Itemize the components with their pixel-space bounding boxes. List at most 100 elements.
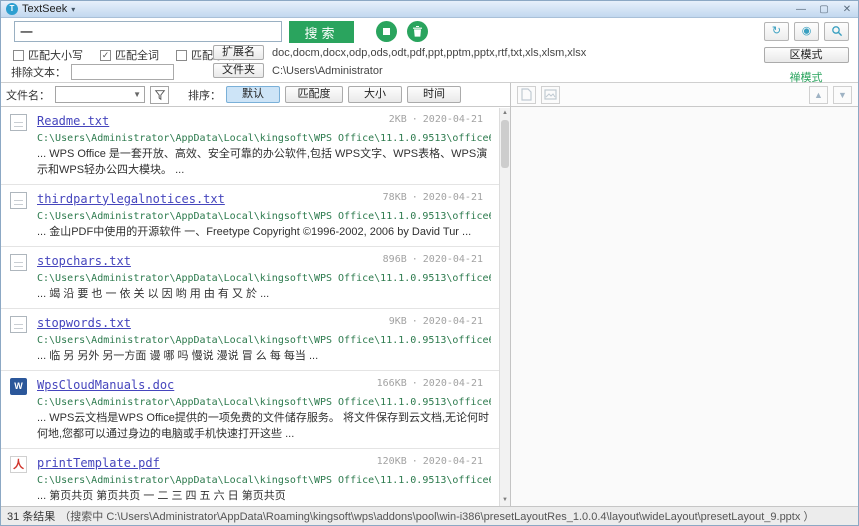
index-status-button[interactable]: ◉	[794, 22, 819, 41]
image-icon	[544, 89, 557, 100]
scroll-down-icon[interactable]: ▼	[500, 495, 510, 506]
result-date: 2020-04-21	[423, 254, 483, 265]
result-item: stopwords.txt 9KB·2020-04-21 C:\Users\Ad…	[1, 309, 499, 371]
up-arrow-icon: ▲	[814, 90, 823, 100]
text-preview-button[interactable]	[517, 86, 536, 104]
result-filename-link[interactable]: stopchars.txt	[37, 254, 131, 268]
exclude-text-input[interactable]	[71, 64, 174, 80]
maximize-button[interactable]: ▢	[818, 4, 830, 15]
result-meta: 9KB·2020-04-21	[389, 316, 483, 327]
scrollbar-thumb[interactable]	[501, 120, 509, 168]
search-button[interactable]: 搜索	[289, 21, 354, 43]
checkbox-icon	[176, 50, 187, 61]
sort-label: 排序：	[188, 87, 221, 103]
txt-file-icon	[10, 192, 27, 209]
result-path: C:\Users\Administrator\AppData\Local\kin…	[37, 133, 491, 144]
search-options-bar: 搜索 匹配大小写 ✓ 匹配全词 匹配原始 排除文本：	[1, 18, 858, 82]
result-snippet: ... WPS Office 是一套开放、高效、安全可靠的办公软件,包括 WPS…	[37, 147, 491, 179]
result-snippet: ... 临 另 另外 另一方面 谩 哪 吗 慢说 漫说 冒 么 每 每当 ...	[37, 349, 491, 365]
match-word-label: 匹配全词	[115, 47, 159, 63]
sort-time-button[interactable]: 时间	[407, 86, 461, 103]
refresh-icon: ↻	[772, 25, 781, 37]
doc-file-icon: W	[10, 378, 27, 395]
results-pane: 文件名： ▼ 排序： 默认 匹配度 大小 时间 Readme.txt 2KB·2…	[1, 83, 511, 506]
sort-relevance-button[interactable]: 匹配度	[285, 86, 343, 103]
minimize-button[interactable]: —	[795, 4, 807, 15]
checkbox-checked-icon: ✓	[100, 50, 111, 61]
refresh-index-button[interactable]: ↻	[764, 22, 789, 41]
filter-funnel-button[interactable]	[150, 86, 169, 104]
pdf-file-icon: 人	[10, 456, 27, 473]
advanced-search-button[interactable]	[824, 22, 849, 41]
result-snippet: ... 第页共页 第页共页 一 二 三 四 五 六 日 第页共页	[37, 489, 491, 505]
zen-mode-link[interactable]: 禅模式	[763, 69, 849, 85]
zone-mode-button[interactable]: 区模式	[764, 47, 849, 63]
search-input[interactable]	[14, 21, 282, 42]
magnifier-icon	[831, 25, 843, 37]
result-filename-link[interactable]: printTemplate.pdf	[37, 456, 160, 470]
image-preview-button[interactable]	[541, 86, 560, 104]
clear-results-button[interactable]	[407, 21, 428, 42]
result-item: stopchars.txt 896B·2020-04-21 C:\Users\A…	[1, 247, 499, 309]
result-filename-link[interactable]: WpsCloudManuals.doc	[37, 378, 174, 392]
result-size: 9KB	[389, 316, 407, 327]
result-filename-link[interactable]: Readme.txt	[37, 114, 109, 128]
result-path: C:\Users\Administrator\AppData\Local\kin…	[37, 211, 491, 222]
close-button[interactable]: ✕	[841, 4, 853, 15]
result-filename-link[interactable]: stopwords.txt	[37, 316, 131, 330]
result-date: 2020-04-21	[423, 192, 483, 203]
result-size: 2KB	[389, 114, 407, 125]
preview-pane: ▲ ▼	[511, 83, 858, 506]
result-path: C:\Users\Administrator\AppData\Local\kin…	[37, 397, 491, 408]
result-path: C:\Users\Administrator\AppData\Local\kin…	[37, 335, 491, 346]
next-match-button[interactable]: ▼	[833, 86, 852, 104]
result-meta: 2KB·2020-04-21	[389, 114, 483, 125]
extensions-value: doc,docm,docx,odp,ods,odt,pdf,ppt,pptm,p…	[272, 47, 586, 59]
previous-match-button[interactable]: ▲	[809, 86, 828, 104]
result-path: C:\Users\Administrator\AppData\Local\kin…	[37, 475, 491, 486]
result-date: 2020-04-21	[423, 456, 483, 467]
result-date: 2020-04-21	[423, 378, 483, 389]
result-date: 2020-04-21	[423, 114, 483, 125]
txt-file-icon	[10, 254, 27, 271]
preview-area	[511, 107, 858, 506]
result-size: 166KB	[377, 378, 407, 389]
sort-default-button[interactable]: 默认	[226, 86, 280, 103]
result-item: W WpsCloudManuals.doc 166KB·2020-04-21 C…	[1, 371, 499, 449]
result-size: 120KB	[377, 456, 407, 467]
statusbar: 31 条结果 （搜索中 C:\Users\Administrator\AppDa…	[1, 506, 858, 525]
result-date: 2020-04-21	[423, 316, 483, 327]
sort-size-button[interactable]: 大小	[348, 86, 402, 103]
textseek-window: T TextSeek ▾ — ▢ ✕ 搜索 匹配大小写 ✓ 匹配全词	[0, 0, 859, 526]
stop-search-button[interactable]	[376, 21, 397, 42]
exclude-text-label: 排除文本：	[11, 64, 66, 80]
result-meta: 166KB·2020-04-21	[377, 378, 483, 389]
mode-group: ↻ ◉ 区模式 禅模式	[763, 22, 849, 85]
title-menu-caret-icon[interactable]: ▾	[71, 5, 75, 14]
match-word-checkbox[interactable]: ✓ 匹配全词	[100, 47, 159, 63]
result-item: thirdpartylegalnotices.txt 78KB·2020-04-…	[1, 185, 499, 247]
filter-sort-bar: 文件名： ▼ 排序： 默认 匹配度 大小 时间	[1, 83, 510, 107]
result-path: C:\Users\Administrator\AppData\Local\kin…	[37, 273, 491, 284]
result-meta: 78KB·2020-04-21	[383, 192, 483, 203]
scroll-up-icon[interactable]: ▲	[500, 108, 510, 119]
match-case-label: 匹配大小写	[28, 47, 83, 63]
trash-icon	[412, 26, 423, 37]
result-filename-link[interactable]: thirdpartylegalnotices.txt	[37, 192, 225, 206]
status-dot-icon: ◉	[802, 25, 812, 37]
preview-toolbar: ▲ ▼	[511, 83, 858, 107]
folder-button[interactable]: 文件夹	[213, 63, 264, 78]
result-snippet: ... WPS云文档是WPS Office提供的一项免费的文件储存服务。 将文件…	[37, 411, 491, 443]
folder-value: C:\Users\Administrator	[272, 65, 383, 77]
list-scrollbar[interactable]: ▲ ▼	[499, 108, 510, 506]
chevron-down-icon: ▼	[133, 90, 141, 99]
searching-status: （搜索中 C:\Users\Administrator\AppData\Roam…	[59, 508, 814, 524]
txt-file-icon	[10, 316, 27, 333]
result-meta: 120KB·2020-04-21	[377, 456, 483, 467]
match-case-checkbox[interactable]: 匹配大小写	[13, 47, 83, 63]
down-arrow-icon: ▼	[838, 90, 847, 100]
filename-filter-combobox[interactable]: ▼	[55, 86, 145, 103]
extensions-button[interactable]: 扩展名	[213, 45, 264, 60]
result-item: 人 printTemplate.pdf 120KB·2020-04-21 C:\…	[1, 449, 499, 506]
window-title: TextSeek	[22, 3, 67, 15]
